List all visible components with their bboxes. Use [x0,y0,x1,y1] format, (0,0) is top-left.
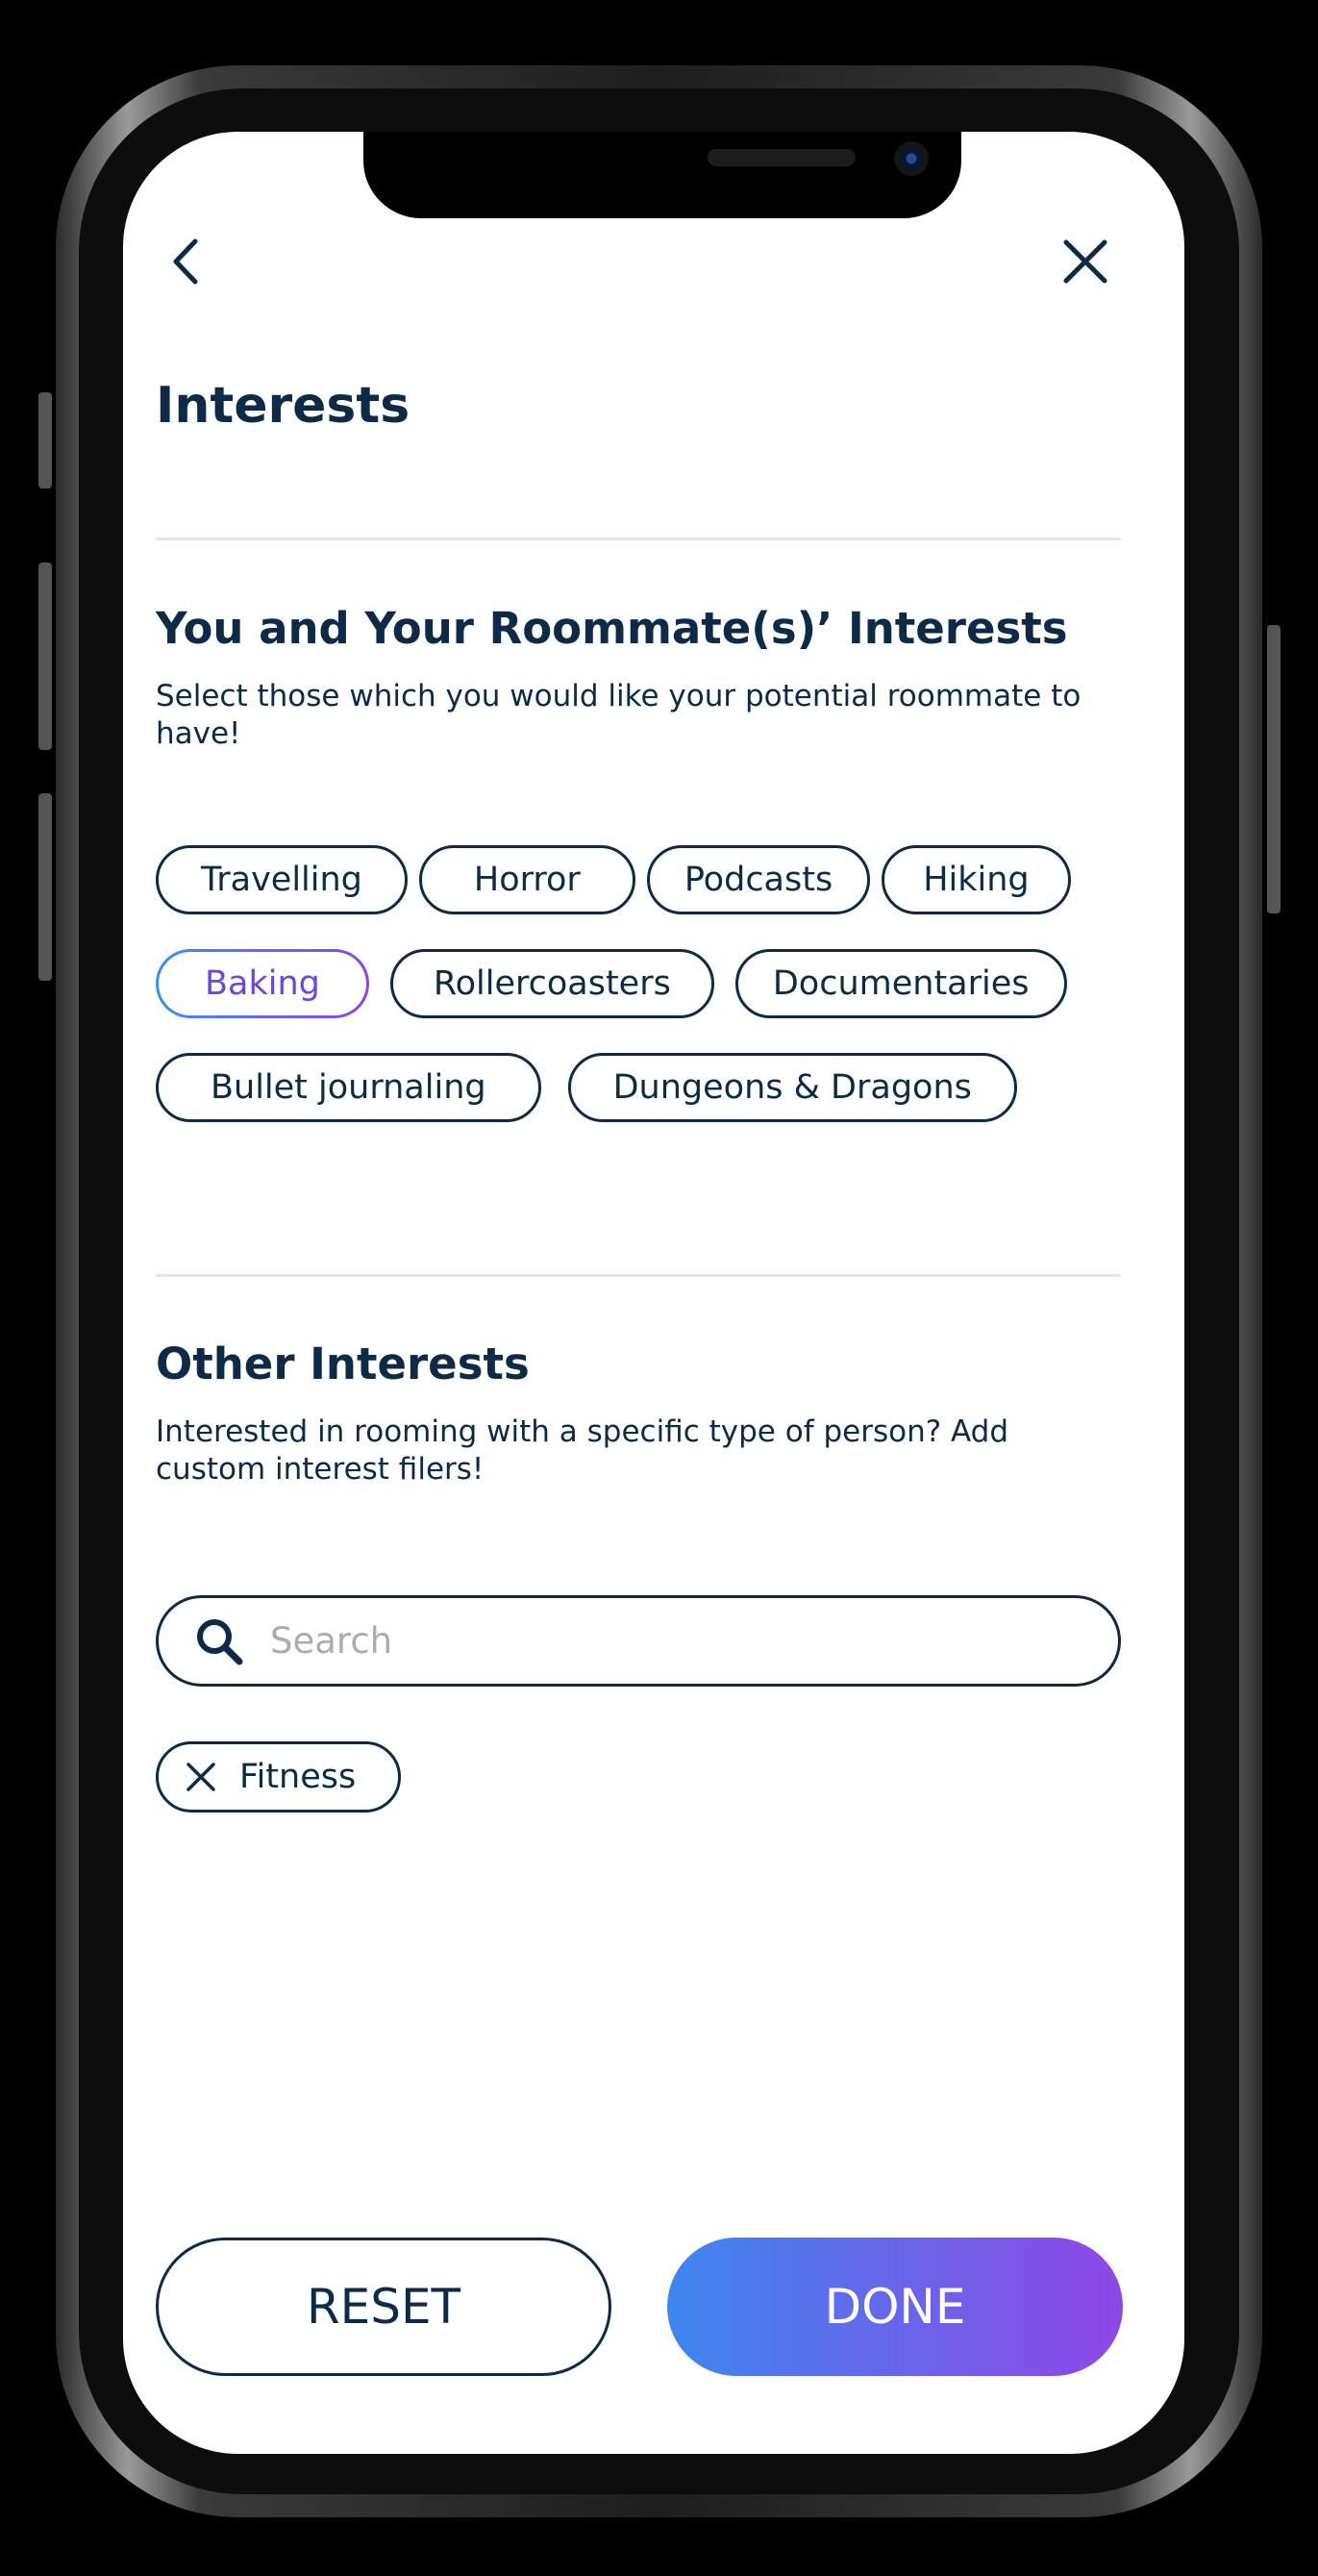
app-screen: Interests You and Your Roommate(s)’ Inte… [123,132,1184,2454]
x-icon [187,1763,215,1791]
interest-chip-horror[interactable]: Horror [418,845,635,914]
chip-row: Travelling Horror Podcasts Hiking [156,845,1127,914]
roommate-interests-title: You and Your Roommate(s)’ Interests [156,603,1068,654]
divider-top [156,538,1121,540]
done-button[interactable]: DONE [667,2238,1123,2376]
tag-label: Fitness [239,1758,357,1796]
reset-button[interactable]: RESET [156,2238,611,2376]
interest-chip-podcasts[interactable]: Podcasts [646,845,871,914]
power-button [1267,625,1281,913]
notch [363,132,961,218]
custom-interest-tag: Fitness [156,1741,402,1813]
chip-row: Baking Rollercoasters Documentaries [156,949,1127,1018]
divider-middle [156,1274,1121,1277]
search-field[interactable] [156,1595,1121,1687]
page-title: Interests [156,377,410,435]
mute-switch [38,392,52,488]
volume-down-button [38,793,52,981]
remove-tag-button[interactable] [184,1760,218,1794]
interest-chip-hiking[interactable]: Hiking [882,845,1071,914]
volume-up-button [38,563,52,750]
interest-chip-travelling[interactable]: Travelling [156,845,408,914]
interest-chip-baking[interactable]: Baking [156,949,369,1018]
close-button[interactable] [1052,228,1119,295]
other-interests-title: Other Interests [156,1338,530,1389]
search-icon [197,1618,243,1664]
other-interests-subtitle: Interested in rooming with a specific ty… [156,1414,1009,1487]
interest-chip-documentaries[interactable]: Documentaries [734,949,1067,1018]
interest-chip-bullet-journaling[interactable]: Bullet journaling [156,1053,541,1122]
back-button[interactable] [152,228,219,295]
speaker-grille [708,149,856,166]
front-camera [894,141,929,176]
chevron-left-icon [173,238,198,285]
interest-chip-rollercoasters[interactable]: Rollercoasters [389,949,714,1018]
interest-chip-dungeons-dragons[interactable]: Dungeons & Dragons [567,1053,1017,1122]
search-input[interactable] [270,1620,1039,1662]
close-icon [1063,239,1107,284]
chip-row: Bullet journaling Dungeons & Dragons [156,1053,1127,1122]
roommate-interests-subtitle: Select those which you would like your p… [156,679,1082,751]
interest-chip-list: Travelling Horror Podcasts Hiking Baking… [156,845,1127,1157]
